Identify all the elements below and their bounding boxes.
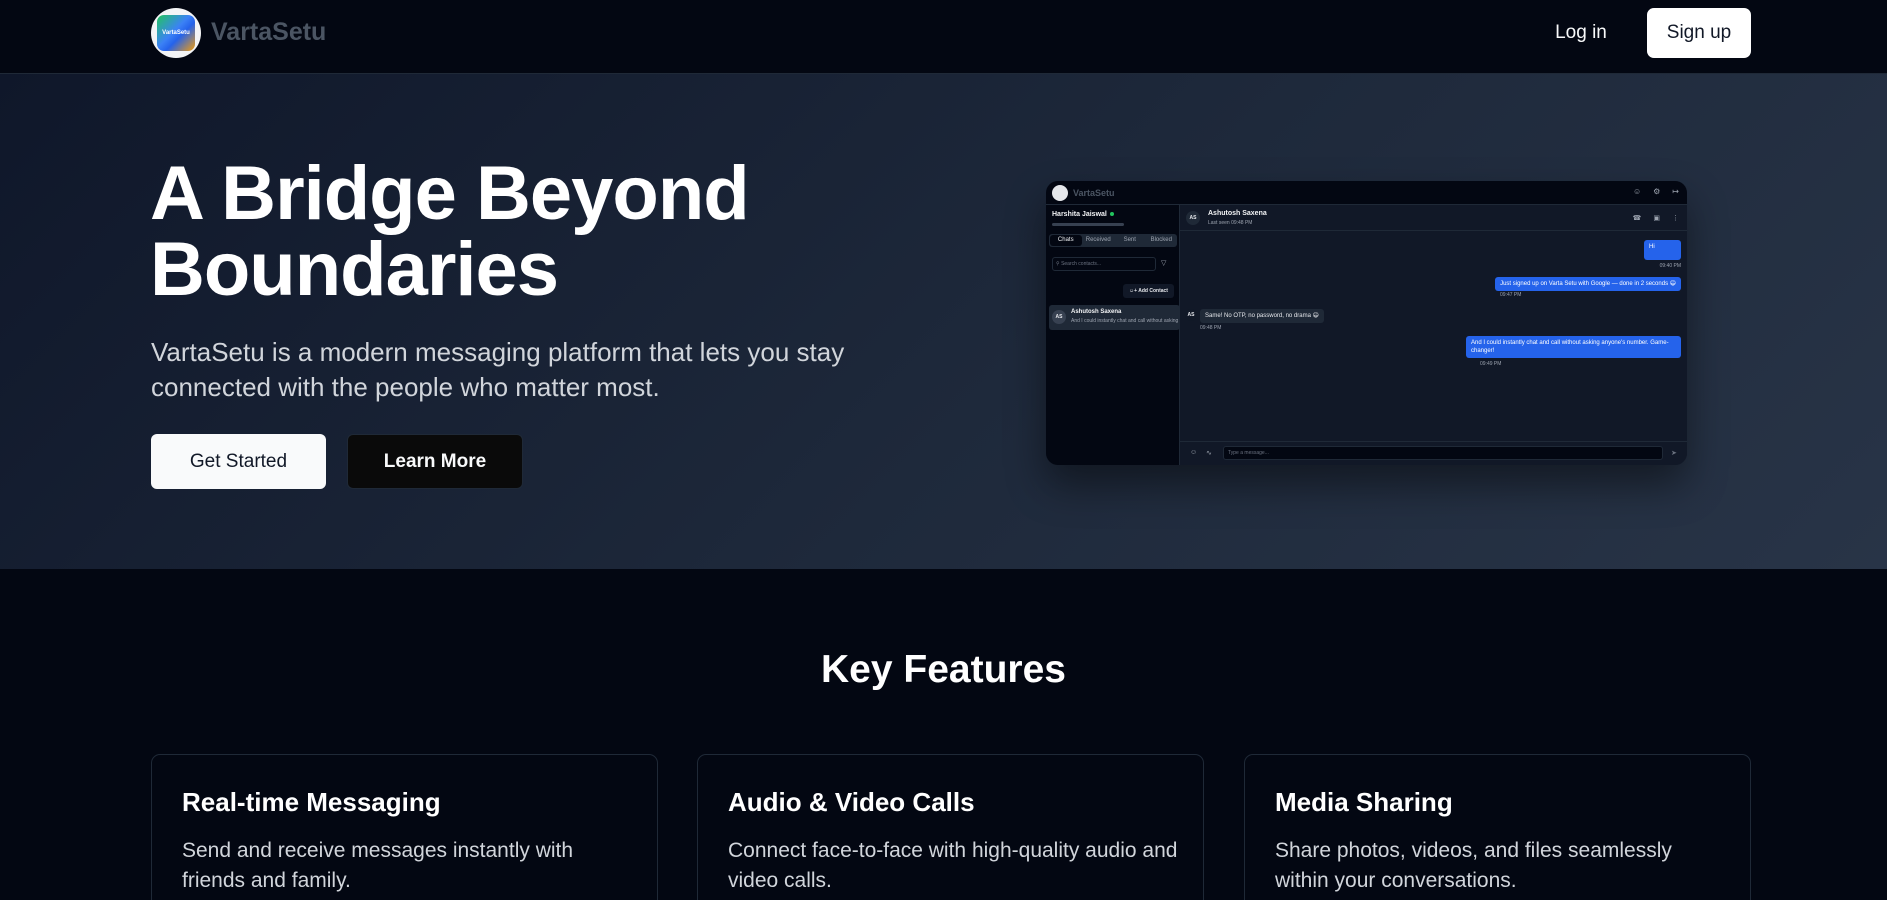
feature-card-description: Send and receive messages instantly with… bbox=[182, 839, 574, 892]
vartasetu-logo-icon[interactable]: VartaSetu bbox=[151, 8, 201, 58]
message-time: 09:40 PM bbox=[1659, 263, 1681, 269]
feature-card-title: Media Sharing bbox=[1275, 787, 1453, 817]
user-icon: ☺ bbox=[1632, 187, 1642, 196]
features-title: Key Features bbox=[821, 648, 1066, 691]
avatar: AS bbox=[1185, 309, 1197, 321]
hero-title-line2: Boundaries bbox=[150, 227, 559, 312]
logo-mark: VartaSetu bbox=[157, 15, 195, 51]
app-preview-screenshot: VartaSetu ☺ ⚙ ↦ Harshita Jaiswal Chats R… bbox=[1046, 181, 1687, 465]
feature-card-title: Audio & Video Calls bbox=[728, 787, 975, 817]
feature-card-description: Share photos, videos, and files seamless… bbox=[1275, 839, 1672, 892]
preview-chat-pane: AS Ashutosh Saxena Last seen 09:48 PM ☎ … bbox=[1180, 205, 1687, 465]
learn-more-button[interactable]: Learn More bbox=[347, 434, 523, 489]
hero-title: A Bridge Beyond Boundaries bbox=[150, 156, 910, 308]
message-time: 09:48 PM bbox=[1200, 325, 1222, 331]
feature-card-title: Real-time Messaging bbox=[182, 787, 441, 817]
more-vertical-icon: ⋮ bbox=[1672, 215, 1679, 222]
preview-contact-name: Ashutosh Saxena bbox=[1071, 309, 1122, 315]
message-bubble-out: Hi bbox=[1644, 240, 1681, 260]
message-bubble-in: Same! No OTP, no password, no drama 😄 bbox=[1200, 309, 1324, 323]
preview-current-user-name: Harshita Jaiswal bbox=[1052, 211, 1107, 218]
preview-search-placeholder: Search contacts... bbox=[1061, 261, 1102, 267]
settings-icon: ⚙ bbox=[1653, 187, 1661, 196]
feature-card-media: Media Sharing Share photos, videos, and … bbox=[1244, 754, 1751, 900]
search-icon: ⚲ bbox=[1056, 261, 1060, 267]
feature-card-calls: Audio & Video Calls Connect face-to-face… bbox=[697, 754, 1204, 900]
brand-name[interactable]: VartaSetu bbox=[211, 18, 326, 47]
top-nav: VartaSetu VartaSetu Log in Sign up bbox=[0, 0, 1887, 74]
logout-icon: ↦ bbox=[1672, 187, 1679, 196]
hero-subtitle: VartaSetu is a modern messaging platform… bbox=[151, 337, 845, 402]
login-button[interactable]: Log in bbox=[1538, 8, 1624, 58]
preview-sidebar: Harshita Jaiswal Chats Received Sent Blo… bbox=[1046, 205, 1180, 465]
signup-button[interactable]: Sign up bbox=[1647, 8, 1751, 58]
feature-card-description: Connect face-to-face with high-quality a… bbox=[728, 839, 1178, 892]
preview-chat-name: Ashutosh Saxena bbox=[1208, 210, 1267, 217]
preview-add-contact-button: ☺+ Add Contact bbox=[1123, 284, 1174, 298]
online-status-dot bbox=[1109, 212, 1114, 217]
send-icon: ➤ bbox=[1671, 450, 1677, 457]
emoji-icon: ☺ bbox=[1190, 449, 1198, 456]
preview-tabs: Chats Received Sent Blocked bbox=[1049, 234, 1177, 247]
preview-add-contact-label: Add Contact bbox=[1138, 288, 1168, 294]
preview-chat-actions: ☎ ▣ ⋮ bbox=[1633, 214, 1679, 222]
preview-tab-sent: Sent bbox=[1123, 237, 1136, 243]
preview-contact-last-message: And I could instantly chat and call with… bbox=[1071, 318, 1179, 324]
preview-tab-blocked: Blocked bbox=[1150, 237, 1172, 243]
message-time: 09:47 PM bbox=[1500, 292, 1522, 298]
hero-title-line1: A Bridge Beyond bbox=[150, 151, 750, 236]
preview-message-input: Type a message... bbox=[1223, 446, 1663, 460]
preview-top-icons: ☺ ⚙ ↦ bbox=[1633, 187, 1679, 196]
phone-icon: ☎ bbox=[1632, 215, 1642, 222]
preview-logo-icon bbox=[1052, 185, 1068, 201]
preview-topbar: VartaSetu ☺ ⚙ ↦ bbox=[1046, 181, 1687, 205]
video-icon: ▣ bbox=[1653, 215, 1660, 222]
preview-contact-item: AS Ashutosh Saxena And I could instantly… bbox=[1049, 305, 1180, 330]
add-user-icon: ☺+ bbox=[1129, 288, 1138, 294]
message-bubble-out: And I could instantly chat and call with… bbox=[1466, 336, 1681, 358]
preview-tab-received: Received bbox=[1085, 237, 1111, 243]
preview-brand: VartaSetu bbox=[1073, 188, 1115, 198]
preview-chat-status: Last seen 09:48 PM bbox=[1208, 220, 1253, 226]
preview-user-email-placeholder bbox=[1052, 223, 1124, 226]
avatar: AS bbox=[1052, 310, 1066, 324]
preview-current-user: Harshita Jaiswal bbox=[1052, 211, 1114, 218]
preview-tab-chats: Chats bbox=[1050, 235, 1082, 246]
message-bubble-out: Just signed up on Varta Setu with Google… bbox=[1495, 277, 1681, 291]
paperclip-icon: ∿ bbox=[1206, 450, 1212, 457]
avatar: AS bbox=[1186, 211, 1200, 225]
preview-search-input: ⚲ Search contacts... bbox=[1052, 257, 1156, 271]
preview-composer: ☺ ∿ Type a message... ➤ bbox=[1180, 441, 1687, 465]
preview-chat-header: AS Ashutosh Saxena Last seen 09:48 PM ☎ … bbox=[1180, 205, 1687, 231]
message-time: 09:49 PM bbox=[1480, 361, 1502, 367]
get-started-button[interactable]: Get Started bbox=[151, 434, 326, 489]
hero-section: A Bridge Beyond Boundaries VartaSetu is … bbox=[0, 74, 1887, 569]
feature-card-messaging: Real-time Messaging Send and receive mes… bbox=[151, 754, 658, 900]
filter-icon: ▽ bbox=[1161, 260, 1167, 267]
